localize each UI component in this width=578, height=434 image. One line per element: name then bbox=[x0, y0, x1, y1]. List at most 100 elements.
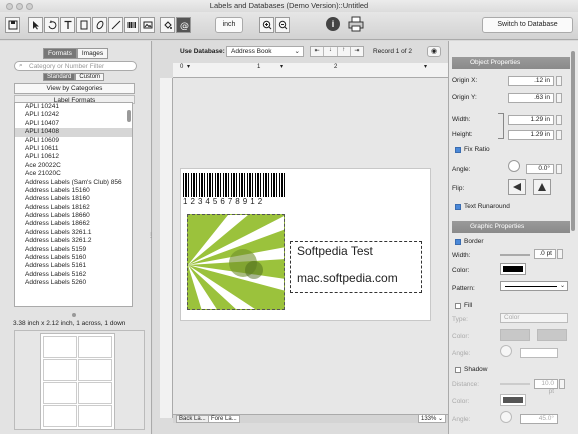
switch-to-database-button[interactable]: Switch to Database bbox=[482, 17, 573, 33]
barcode-tool-icon[interactable] bbox=[124, 17, 139, 33]
at-symbol-tool-icon[interactable]: @ bbox=[176, 17, 191, 33]
list-item[interactable]: Address Labels (Sam's Club) 856 bbox=[15, 179, 132, 187]
splitter-handle[interactable] bbox=[72, 313, 76, 317]
list-scrollbar[interactable] bbox=[127, 110, 131, 122]
list-item[interactable]: APLI 10611 bbox=[15, 145, 132, 153]
view-by-categories-button[interactable]: View by Categories bbox=[14, 83, 135, 94]
border-width-field[interactable]: .0 pt bbox=[534, 249, 556, 259]
angle-dial[interactable] bbox=[508, 160, 520, 172]
list-item[interactable]: Address Labels 18662 bbox=[15, 220, 132, 228]
origin-y-stepper[interactable] bbox=[556, 93, 562, 103]
search-field[interactable]: ⌕ Category or Number Filter bbox=[14, 61, 137, 71]
object-properties-header[interactable]: Object Properties bbox=[452, 57, 570, 69]
rectangle-tool-icon[interactable] bbox=[76, 17, 91, 33]
width-field[interactable]: 1.29 in bbox=[508, 115, 554, 125]
fill-color-well-2[interactable] bbox=[537, 329, 567, 341]
tab-standard[interactable]: Standard bbox=[43, 73, 76, 81]
label-formats-list[interactable]: APLI 10241 APLI 10242 APLI 10407 APLI 10408… bbox=[14, 102, 133, 307]
fill-color-well-1[interactable] bbox=[500, 329, 530, 341]
fill-checkbox[interactable] bbox=[455, 303, 461, 309]
info-icon[interactable]: i bbox=[326, 17, 340, 31]
line-tool-icon[interactable] bbox=[108, 17, 123, 33]
height-field[interactable]: 1.29 in bbox=[508, 130, 554, 140]
save-icon[interactable] bbox=[5, 17, 20, 33]
tab-back-layer[interactable]: Back La... bbox=[176, 415, 209, 423]
ellipse-tool-icon[interactable] bbox=[92, 17, 107, 33]
origin-y-field[interactable]: .63 in bbox=[508, 93, 554, 103]
list-item[interactable]: Ace 20022C bbox=[15, 162, 132, 170]
origin-x-stepper[interactable] bbox=[556, 76, 562, 86]
unit-button[interactable]: inch bbox=[215, 17, 243, 33]
list-item[interactable]: Address Labels 3261.1 bbox=[15, 229, 132, 237]
barcode[interactable] bbox=[183, 173, 286, 197]
minimize-window-button[interactable] bbox=[16, 3, 23, 10]
text-runaround-checkbox[interactable] bbox=[455, 204, 461, 210]
fill-type-select[interactable]: Color bbox=[500, 313, 568, 323]
distance-field[interactable]: 10.0 pt bbox=[534, 379, 558, 395]
margin-marker-mid[interactable]: ▾ bbox=[280, 63, 283, 70]
print-icon[interactable] bbox=[348, 16, 364, 32]
angle-stepper[interactable] bbox=[556, 164, 562, 174]
tab-formats[interactable]: Formats bbox=[43, 48, 77, 59]
pattern-select[interactable]: ⌄ bbox=[500, 281, 568, 291]
fill-angle-dial[interactable] bbox=[500, 345, 512, 357]
list-item[interactable]: Address Labels 3261.2 bbox=[15, 237, 132, 245]
shadow-checkbox[interactable] bbox=[455, 367, 461, 373]
origin-x-field[interactable]: .12 in bbox=[508, 76, 554, 86]
pointer-tool-icon[interactable] bbox=[28, 17, 43, 33]
properties-scrollbar[interactable] bbox=[571, 51, 575, 231]
fix-ratio-checkbox[interactable] bbox=[455, 147, 461, 153]
preview-eye-icon[interactable]: ◉ bbox=[427, 46, 441, 57]
graphic-image[interactable] bbox=[187, 214, 285, 310]
list-item[interactable]: Address Labels 18162 bbox=[15, 204, 132, 212]
list-item[interactable]: APLI 10408 bbox=[15, 128, 132, 137]
margin-marker-right[interactable]: ▾ bbox=[424, 63, 427, 70]
list-item[interactable]: APLI 10242 bbox=[15, 111, 132, 119]
list-item[interactable]: Address Labels 15160 bbox=[15, 187, 132, 195]
distance-slider[interactable] bbox=[500, 383, 530, 385]
image-tool-icon[interactable] bbox=[140, 17, 155, 33]
border-width-stepper[interactable] bbox=[557, 249, 563, 259]
border-color-well[interactable] bbox=[500, 263, 526, 275]
shadow-angle-field[interactable]: 45.0° bbox=[520, 414, 558, 424]
zoom-select[interactable]: 133% ⌄ bbox=[418, 414, 446, 423]
text-box[interactable]: Softpedia Test mac.softpedia.com bbox=[290, 241, 422, 293]
prev-record-icon[interactable]: ↓ bbox=[324, 47, 338, 56]
height-stepper[interactable] bbox=[556, 130, 562, 140]
list-item[interactable]: APLI 10241 bbox=[15, 103, 132, 111]
list-item[interactable]: APLI 10609 bbox=[15, 137, 132, 145]
list-item[interactable]: Address Labels 18660 bbox=[15, 212, 132, 220]
zoom-out-icon[interactable] bbox=[275, 17, 290, 33]
border-width-slider[interactable] bbox=[500, 254, 530, 256]
list-item[interactable]: Address Labels 5260 bbox=[15, 279, 132, 287]
fill-angle-field[interactable] bbox=[520, 348, 558, 358]
angle-field[interactable]: 0.0° bbox=[526, 164, 554, 174]
zoom-in-icon[interactable] bbox=[259, 17, 274, 33]
tab-images[interactable]: Images bbox=[76, 48, 109, 59]
flip-vertical-button[interactable] bbox=[533, 179, 551, 195]
next-record-icon[interactable]: ↑ bbox=[338, 47, 351, 56]
shadow-color-well[interactable] bbox=[500, 394, 526, 406]
flip-horizontal-button[interactable] bbox=[508, 179, 526, 195]
list-item[interactable]: Address Labels 5162 bbox=[15, 271, 132, 279]
distance-stepper[interactable] bbox=[559, 379, 565, 389]
list-item[interactable]: APLI 10612 bbox=[15, 153, 132, 161]
list-item[interactable]: APLI 10407 bbox=[15, 120, 132, 128]
tab-custom[interactable]: Custom bbox=[75, 73, 105, 81]
width-stepper[interactable] bbox=[556, 115, 562, 125]
text-tool-icon[interactable] bbox=[60, 17, 75, 33]
last-record-icon[interactable]: ⇥ bbox=[351, 47, 363, 56]
list-item[interactable]: Ace 21020C bbox=[15, 170, 132, 178]
close-window-button[interactable] bbox=[6, 3, 13, 10]
border-checkbox[interactable] bbox=[455, 239, 461, 245]
list-item[interactable]: Address Labels 5159 bbox=[15, 246, 132, 254]
tab-fore-layer[interactable]: Fore La... bbox=[208, 415, 240, 423]
database-select[interactable]: Address Book ⌄ bbox=[226, 46, 304, 57]
zoom-window-button[interactable] bbox=[26, 3, 33, 10]
fill-tool-icon[interactable] bbox=[160, 17, 175, 33]
list-item[interactable]: Address Labels 5161 bbox=[15, 262, 132, 270]
margin-marker-left[interactable]: ▾ bbox=[187, 63, 190, 70]
rotate-tool-icon[interactable] bbox=[44, 17, 59, 33]
search-input[interactable]: Category or Number Filter bbox=[29, 63, 104, 70]
shadow-angle-dial[interactable] bbox=[500, 411, 512, 423]
